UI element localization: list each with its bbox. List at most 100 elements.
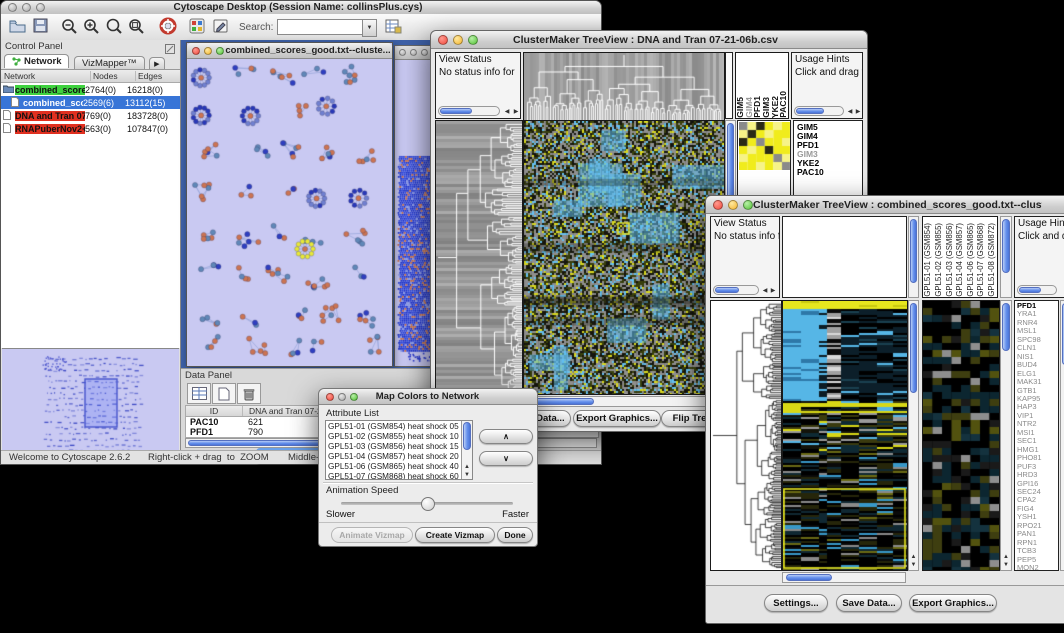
zoom-out-icon[interactable] (61, 18, 78, 40)
usage-hints-hscrollbar[interactable] (794, 106, 844, 116)
column-label[interactable]: GPL51-02 (GSM855) (935, 223, 943, 297)
annotation-icon[interactable] (213, 18, 230, 39)
scroll-up-icon[interactable]: ▲ (462, 464, 472, 470)
close-button[interactable] (192, 47, 200, 55)
zoom-window-button[interactable] (421, 49, 428, 56)
column-label[interactable]: GIM5 (736, 97, 745, 118)
network-overview-panel[interactable] (2, 348, 179, 457)
attribute-list-item[interactable]: GPL51-02 (GSM855) heat shock 10 min (328, 432, 459, 442)
network-list-row[interactable]: DNA and Tran 07769(0)183728(0) (1, 109, 180, 122)
tv1-heatmap-hscrollbar[interactable] (523, 396, 723, 407)
import-table-icon[interactable] (385, 18, 402, 39)
minimize-button[interactable] (204, 47, 212, 55)
save-data-button[interactable]: Save Data... (836, 594, 902, 612)
open-file-icon[interactable] (9, 18, 26, 39)
column-label[interactable]: PFD1 (753, 96, 762, 118)
main-titlebar[interactable]: Cytoscape Desktop (Session Name: collins… (1, 1, 601, 15)
network-list-row[interactable]: combined_sco2569(6)13112(15) (1, 96, 180, 109)
usage-hints-hscrollbar[interactable] (1017, 285, 1057, 295)
settings-button[interactable]: Settings... (764, 594, 828, 612)
column-label[interactable]: GPL51-04 (GSM857) (956, 223, 964, 297)
overview-canvas[interactable] (2, 349, 179, 456)
tv2-zoomcol-vscrollbar[interactable] (1000, 216, 1012, 298)
minimize-button[interactable] (453, 35, 463, 45)
network-list-row[interactable]: combined_scores2764(0)16218(0) (1, 83, 180, 96)
minimize-button[interactable] (22, 3, 31, 12)
table-icon[interactable] (187, 383, 211, 404)
zoom-window-button[interactable] (350, 393, 358, 401)
col-nodes[interactable]: Nodes (91, 71, 136, 81)
tv2-row-dendrogram[interactable] (711, 301, 781, 570)
view-status-hscrollbar[interactable] (713, 285, 759, 295)
column-label[interactable]: GPL51-01 (GSM854) (924, 223, 932, 297)
speed-slider[interactable] (341, 502, 513, 505)
close-button[interactable] (326, 393, 334, 401)
zoom-in-icon[interactable] (83, 18, 100, 40)
create-vizmap-button[interactable]: Create Vizmap (415, 527, 495, 543)
column-label[interactable]: YKE2 (771, 96, 780, 118)
scroll-right-icon[interactable]: ▶ (854, 109, 862, 115)
col-network[interactable]: Network (1, 71, 91, 81)
export-graphics-button[interactable]: Export Graphics... (909, 594, 997, 612)
scroll-right-icon[interactable]: ▶ (512, 109, 520, 115)
minimize-button[interactable] (338, 393, 346, 401)
slider-thumb[interactable] (421, 497, 435, 511)
tv2-heatmap-hscrollbar[interactable] (782, 572, 906, 583)
tv2-heatmap[interactable] (783, 301, 907, 570)
export-graphics-button[interactable]: Export Graphics... (573, 410, 661, 427)
attribute-list-item[interactable]: GPL51-06 (GSM865) heat shock 40 min (328, 462, 459, 472)
move-down-button[interactable]: ∨ (479, 451, 533, 466)
data-col-id[interactable]: ID (186, 406, 243, 416)
network-list-row[interactable]: RNAPuberNov2+563(0)107847(0) (1, 122, 180, 135)
attribute-listbox[interactable]: GPL51-01 (GSM854) heat shock 05 minGPL51… (325, 420, 473, 480)
tv2-right-vscrollbar[interactable] (1060, 300, 1064, 571)
zoom-window-button[interactable] (36, 3, 45, 12)
attribute-list-item[interactable]: GPL51-03 (GSM856) heat shock 15 min (328, 442, 459, 452)
row-label[interactable]: PAC10 (797, 168, 862, 177)
save-icon[interactable] (33, 18, 49, 39)
network-canvas[interactable] (187, 59, 390, 365)
attribute-list-item[interactable]: GPL51-01 (GSM854) heat shock 05 min (328, 422, 459, 432)
tv2-heatmap-vscrollbar[interactable]: ▲ ▼ (908, 300, 919, 571)
column-label[interactable]: GPL51-03 (GSM856) (946, 223, 954, 297)
done-button[interactable]: Done (497, 527, 533, 543)
tv1-row-dendrogram[interactable] (436, 121, 522, 394)
tv2-column-vscrollbar[interactable] (908, 216, 919, 298)
scroll-up-icon[interactable]: ▲ (1001, 554, 1011, 560)
scroll-down-icon[interactable]: ▼ (462, 472, 472, 478)
col-edges[interactable]: Edges (136, 71, 180, 81)
column-label[interactable]: GPL51-06 (GSM865) (967, 223, 975, 297)
column-label[interactable]: GPL51-07 (GSM868) (977, 223, 985, 297)
new-attribute-icon[interactable] (212, 383, 236, 404)
scroll-down-icon[interactable]: ▼ (909, 562, 918, 568)
attribute-list-vscrollbar[interactable]: ▲ ▼ (461, 421, 472, 479)
attribute-list-item[interactable]: GPL51-07 (GSM868) heat shock 60 min (328, 472, 459, 480)
animate-vizmap-button[interactable]: Animate Vizmap (331, 527, 413, 543)
help-lifebuoy-icon[interactable] (159, 17, 177, 40)
view-status-hscrollbar[interactable] (438, 106, 500, 116)
scroll-up-icon[interactable]: ▲ (909, 554, 918, 560)
tab-vizmapper[interactable]: VizMapper™ (74, 56, 145, 70)
tv2-zoom-vscrollbar[interactable]: ▲ ▼ (1000, 300, 1012, 571)
search-input[interactable] (277, 19, 363, 35)
scroll-right-icon[interactable]: ▶ (769, 288, 777, 294)
scroll-left-icon[interactable]: ◀ (761, 288, 769, 294)
column-label[interactable]: GIM4 (745, 97, 754, 118)
close-button[interactable] (8, 3, 17, 12)
row-label[interactable]: MON2 (1017, 564, 1058, 571)
minimize-button[interactable] (728, 200, 738, 210)
column-label[interactable]: GIM3 (762, 97, 771, 118)
close-button[interactable] (399, 49, 406, 56)
zoom-fit-icon[interactable] (128, 18, 145, 40)
scroll-down-icon[interactable]: ▼ (1001, 562, 1011, 568)
close-button[interactable] (713, 200, 723, 210)
tv1-heatmap[interactable] (524, 121, 724, 394)
search-dropdown-button[interactable]: ▼ (362, 19, 377, 37)
zoom-window-button[interactable] (743, 200, 753, 210)
zoom-window-button[interactable] (216, 47, 224, 55)
zoom-selected-icon[interactable] (105, 18, 123, 40)
zoom-window-button[interactable] (468, 35, 478, 45)
vizmapper-icon[interactable] (189, 18, 205, 39)
move-up-button[interactable]: ∧ (479, 429, 533, 444)
scroll-left-icon[interactable]: ◀ (846, 109, 854, 115)
